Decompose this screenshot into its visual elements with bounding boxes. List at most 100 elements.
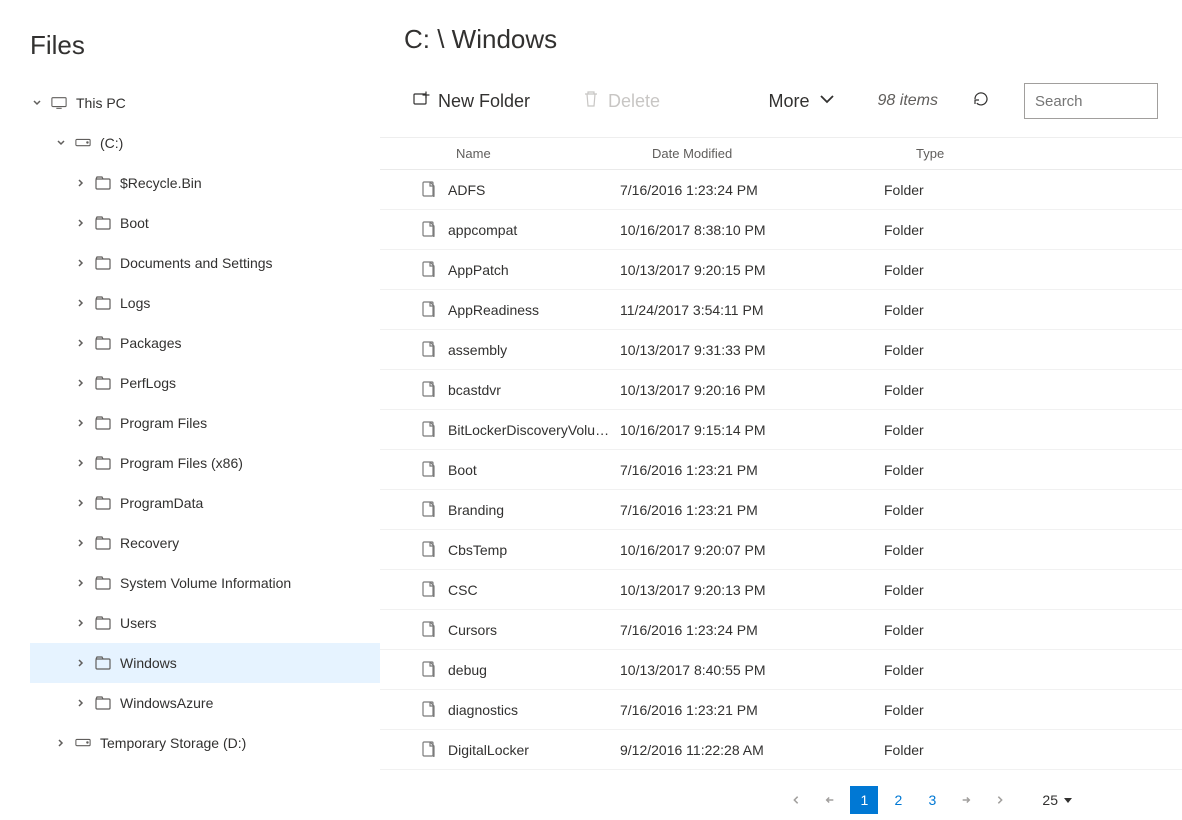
chevron-right-icon[interactable] (74, 378, 88, 388)
pager-page-1[interactable]: 1 (850, 786, 878, 814)
folder-icon (94, 496, 112, 510)
chevron-right-icon[interactable] (74, 298, 88, 308)
more-label: More (769, 91, 810, 112)
column-name[interactable]: Name (456, 146, 652, 161)
row-name: DigitalLocker (448, 742, 620, 758)
column-type[interactable]: Type (916, 146, 1182, 161)
table-row[interactable]: AppPatch10/13/2017 9:20:15 PMFolder (380, 250, 1182, 290)
chevron-down-icon[interactable] (30, 98, 44, 108)
chevron-right-icon[interactable] (74, 498, 88, 508)
chevron-right-icon[interactable] (74, 538, 88, 548)
pager-next[interactable] (952, 786, 980, 814)
folder-file-icon (422, 741, 438, 759)
table-row[interactable]: DigitalLocker9/12/2016 11:22:28 AMFolder (380, 730, 1182, 770)
path-title: C: \ Windows (380, 24, 1182, 55)
row-name: assembly (448, 342, 620, 358)
tree-item-perflogs[interactable]: PerfLogs (30, 363, 380, 403)
row-name: Branding (448, 502, 620, 518)
folder-icon (94, 336, 112, 350)
new-folder-icon (412, 90, 430, 113)
table-row[interactable]: Branding7/16/2016 1:23:21 PMFolder (380, 490, 1182, 530)
row-name: debug (448, 662, 620, 678)
row-name: ADFS (448, 182, 620, 198)
row-date: 7/16/2016 1:23:24 PM (620, 622, 884, 638)
chevron-right-icon[interactable] (74, 218, 88, 228)
tree-item-this-pc[interactable]: This PC (30, 83, 380, 123)
tree-item-logs[interactable]: Logs (30, 283, 380, 323)
row-type: Folder (884, 262, 1182, 278)
chevron-right-icon[interactable] (74, 578, 88, 588)
tree-item-windowsazure[interactable]: WindowsAzure (30, 683, 380, 723)
tree-label: Recovery (120, 535, 179, 551)
row-date: 7/16/2016 1:23:21 PM (620, 702, 884, 718)
chevron-right-icon[interactable] (54, 738, 68, 748)
row-date: 10/13/2017 8:40:55 PM (620, 662, 884, 678)
folder-tree: This PC (C:) $Recycle.Bin Boot Documents and… (30, 83, 380, 763)
folder-file-icon (422, 381, 438, 399)
refresh-icon (972, 90, 990, 113)
page-size-select[interactable]: 25 (1042, 792, 1072, 808)
new-folder-label: New Folder (438, 91, 530, 112)
tree-item-program-files-x86-[interactable]: Program Files (x86) (30, 443, 380, 483)
tree-label: Packages (120, 335, 181, 351)
table-row[interactable]: CbsTemp10/16/2017 9:20:07 PMFolder (380, 530, 1182, 570)
search-input[interactable] (1024, 83, 1158, 119)
table-row[interactable]: Cursors7/16/2016 1:23:24 PMFolder (380, 610, 1182, 650)
chevron-right-icon[interactable] (74, 658, 88, 668)
chevron-right-icon[interactable] (74, 418, 88, 428)
table-row[interactable]: bcastdvr10/13/2017 9:20:16 PMFolder (380, 370, 1182, 410)
column-date[interactable]: Date Modified (652, 146, 916, 161)
folder-file-icon (422, 581, 438, 599)
table-row[interactable]: diagnostics7/16/2016 1:23:21 PMFolder (380, 690, 1182, 730)
table-row[interactable]: BitLockerDiscoveryVolumeContents10/16/20… (380, 410, 1182, 450)
tree-item-packages[interactable]: Packages (30, 323, 380, 363)
chevron-right-icon[interactable] (74, 458, 88, 468)
refresh-button[interactable] (964, 84, 998, 118)
pager-page-2[interactable]: 2 (884, 786, 912, 814)
tree-label: (C:) (100, 135, 123, 151)
toolbar: New Folder Delete More 98 items (380, 83, 1182, 137)
chevron-down-icon[interactable] (54, 138, 68, 148)
row-type: Folder (884, 502, 1182, 518)
folder-icon (94, 576, 112, 590)
tree-item-recovery[interactable]: Recovery (30, 523, 380, 563)
table-row[interactable]: Downloaded Program Files7/16/2016 1:23:2… (380, 770, 1182, 780)
tree-item-system-volume-information[interactable]: System Volume Information (30, 563, 380, 603)
row-date: 10/16/2017 8:38:10 PM (620, 222, 884, 238)
table-row[interactable]: debug10/13/2017 8:40:55 PMFolder (380, 650, 1182, 690)
chevron-right-icon[interactable] (74, 178, 88, 188)
tree-item-documents-and-settings[interactable]: Documents and Settings (30, 243, 380, 283)
tree-item-boot[interactable]: Boot (30, 203, 380, 243)
table-row[interactable]: CSC10/13/2017 9:20:13 PMFolder (380, 570, 1182, 610)
row-type: Folder (884, 382, 1182, 398)
tree-item-windows[interactable]: Windows (30, 643, 380, 683)
pager-first[interactable] (782, 786, 810, 814)
chevron-right-icon[interactable] (74, 258, 88, 268)
folder-icon (94, 536, 112, 550)
tree-item-temporary-storage-d-[interactable]: Temporary Storage (D:) (30, 723, 380, 763)
table-row[interactable]: appcompat10/16/2017 8:38:10 PMFolder (380, 210, 1182, 250)
chevron-right-icon[interactable] (74, 338, 88, 348)
pager-page-3[interactable]: 3 (918, 786, 946, 814)
pager-prev[interactable] (816, 786, 844, 814)
tree-item--recycle-bin[interactable]: $Recycle.Bin (30, 163, 380, 203)
table-row[interactable]: assembly10/13/2017 9:31:33 PMFolder (380, 330, 1182, 370)
tree-item-program-files[interactable]: Program Files (30, 403, 380, 443)
tree-item--c-[interactable]: (C:) (30, 123, 380, 163)
row-name: Cursors (448, 622, 620, 638)
table-row[interactable]: ADFS7/16/2016 1:23:24 PMFolder (380, 170, 1182, 210)
tree-label: Boot (120, 215, 149, 231)
table-row[interactable]: AppReadiness11/24/2017 3:54:11 PMFolder (380, 290, 1182, 330)
tree-item-users[interactable]: Users (30, 603, 380, 643)
row-name: Boot (448, 462, 620, 478)
page-size-value: 25 (1042, 792, 1058, 808)
pager-last[interactable] (986, 786, 1014, 814)
table-row[interactable]: Boot7/16/2016 1:23:21 PMFolder (380, 450, 1182, 490)
folder-icon (94, 176, 112, 190)
chevron-right-icon[interactable] (74, 698, 88, 708)
more-button[interactable]: More (761, 84, 844, 118)
row-type: Folder (884, 662, 1182, 678)
tree-item-programdata[interactable]: ProgramData (30, 483, 380, 523)
chevron-right-icon[interactable] (74, 618, 88, 628)
new-folder-button[interactable]: New Folder (404, 84, 538, 118)
